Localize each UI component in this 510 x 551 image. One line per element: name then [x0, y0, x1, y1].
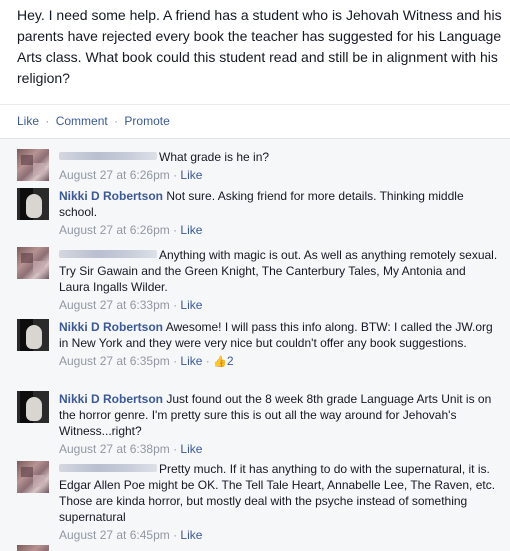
comment-meta: August 27 at 6:45pm · Like	[59, 528, 203, 542]
promote-link[interactable]: Promote	[124, 114, 169, 128]
like-count[interactable]: 2	[227, 354, 234, 368]
comment-meta: August 27 at 6:35pm · Like · 👍2	[59, 354, 234, 368]
comment-timestamp[interactable]: August 27 at 6:26pm	[59, 168, 170, 182]
comment-timestamp[interactable]: August 27 at 6:45pm	[59, 528, 170, 542]
like-link[interactable]: Like	[17, 114, 39, 128]
redacted-author-name	[59, 250, 157, 258]
comment-body: Nikki D Robertson Just found out the 8 w…	[59, 391, 499, 457]
comments-section: What grade is he in? August 27 at 6:26pm…	[0, 138, 510, 551]
post-body: Hey. I need some help. A friend has a st…	[0, 0, 510, 104]
comment-body: Anything with magic is out. As well as a…	[59, 247, 499, 313]
separator-dot: ·	[114, 114, 119, 128]
comment-author[interactable]: Nikki D Robertson	[59, 320, 163, 334]
comment-body: Nikki D Robertson Awesome! I will pass t…	[59, 319, 499, 370]
comment-timestamp[interactable]: August 27 at 6:26pm	[59, 223, 170, 237]
comment-meta: August 27 at 6:26pm · Like	[59, 168, 203, 182]
comment-author[interactable]: Nikki D Robertson	[59, 392, 163, 406]
avatar[interactable]	[17, 391, 49, 423]
comment-link[interactable]: Comment	[56, 114, 108, 128]
comment-meta: August 27 at 6:26pm · Like	[59, 223, 203, 237]
comment-like-link[interactable]: Like	[180, 528, 202, 542]
comment-like-link[interactable]: Like	[180, 354, 202, 368]
avatar[interactable]	[17, 188, 49, 220]
comment-like-link[interactable]: Like	[180, 168, 202, 182]
comment-body: What grade is he in? August 27 at 6:26pm…	[59, 149, 499, 183]
comment-meta: August 27 at 6:33pm · Like	[59, 298, 203, 312]
comment-author[interactable]: Nikki D Robertson	[59, 189, 163, 203]
comment-body: Pretty much. If it has anything to do wi…	[59, 461, 499, 543]
redacted-author-name	[59, 152, 157, 160]
avatar[interactable]	[17, 319, 49, 351]
avatar[interactable]	[17, 247, 49, 279]
avatar[interactable]	[17, 149, 49, 181]
separator-dot: ·	[45, 114, 50, 128]
comment-text: What grade is he in?	[159, 150, 270, 164]
comment-like-link[interactable]: Like	[180, 442, 202, 456]
post-actions-bar: Like · Comment · Promote	[0, 104, 510, 138]
avatar[interactable]	[17, 545, 49, 551]
redacted-author-name	[59, 464, 157, 472]
comment-like-link[interactable]: Like	[180, 223, 202, 237]
avatar[interactable]	[17, 461, 49, 493]
post-text: Hey. I need some help. A friend has a st…	[17, 7, 502, 86]
comment-timestamp[interactable]: August 27 at 6:38pm	[59, 442, 170, 456]
thumbs-up-icon: 👍	[213, 356, 227, 368]
comment-timestamp[interactable]: August 27 at 6:33pm	[59, 298, 170, 312]
comment-meta: August 27 at 6:38pm · Like	[59, 442, 203, 456]
comment-timestamp[interactable]: August 27 at 6:35pm	[59, 354, 170, 368]
comment-like-link[interactable]: Like	[180, 298, 202, 312]
comment-body: Nikki D Robertson Not sure. Asking frien…	[59, 188, 499, 238]
